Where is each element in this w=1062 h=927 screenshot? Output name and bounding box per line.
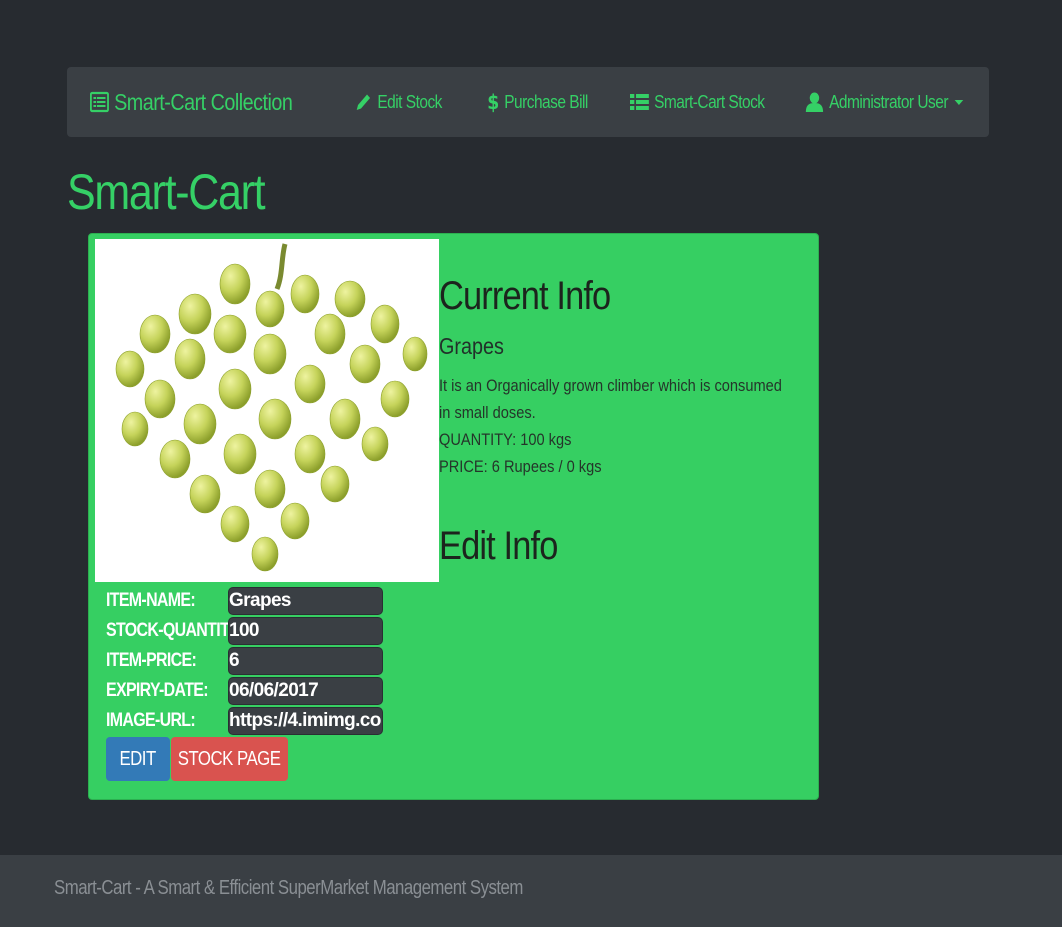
- nav-edit-stock[interactable]: Edit Stock: [355, 67, 442, 137]
- expiry-date-label: EXPIRY-DATE:: [106, 680, 209, 701]
- current-info: Current Info Grapes It is an Organically…: [439, 274, 809, 480]
- nav-smart-cart-stock-label: Smart-Cart Stock: [654, 91, 765, 112]
- product-panel: Current Info Grapes It is an Organically…: [88, 233, 819, 800]
- product-details: It is an Organically grown climber which…: [439, 372, 783, 480]
- form-row-item-name: ITEM-NAME:: [106, 587, 383, 615]
- item-name-label: ITEM-NAME:: [106, 590, 196, 611]
- footer: Smart-Cart - A Smart & Efficient SuperMa…: [0, 855, 1062, 927]
- product-quantity: QUANTITY: 100 kgs: [439, 430, 572, 449]
- page-title: Smart-Cart: [67, 164, 266, 220]
- image-url-input[interactable]: [228, 707, 383, 735]
- dollar-icon: $: [487, 91, 499, 113]
- nav-smart-cart-stock[interactable]: Smart-Cart Stock: [630, 67, 765, 137]
- stock-page-button[interactable]: STOCK PAGE: [171, 737, 288, 781]
- item-name-input[interactable]: [228, 587, 383, 615]
- form-row-stock-quantity: STOCK-QUANTITY:: [106, 617, 383, 645]
- svg-text:$: $: [487, 92, 498, 113]
- product-image: [95, 239, 439, 582]
- nav-user-label: Administrator User: [829, 91, 948, 112]
- current-info-heading: Current Info: [439, 274, 611, 318]
- expiry-date-input[interactable]: [228, 677, 383, 705]
- pencil-icon: [355, 92, 372, 112]
- product-name: Grapes: [439, 333, 504, 359]
- form-row-image-url: IMAGE-URL:: [106, 707, 383, 735]
- brand-label: Smart-Cart Collection: [114, 88, 293, 115]
- item-price-input[interactable]: [228, 647, 383, 675]
- stock-quantity-label: STOCK-QUANTITY:: [106, 620, 243, 641]
- chevron-down-icon: [954, 99, 964, 105]
- user-icon: [805, 92, 824, 112]
- th-list-icon: [630, 93, 649, 111]
- item-price-label: ITEM-PRICE:: [106, 650, 197, 671]
- stock-quantity-input[interactable]: [228, 617, 383, 645]
- nav-purchase-bill[interactable]: $ Purchase Bill: [487, 67, 588, 137]
- product-price: PRICE: 6 Rupees / 0 kgs: [439, 457, 602, 476]
- nav-purchase-bill-label: Purchase Bill: [504, 91, 588, 112]
- edit-button-label: EDIT: [119, 747, 157, 770]
- nav-user-dropdown[interactable]: Administrator User: [805, 67, 964, 137]
- product-description: It is an Organically grown climber which…: [439, 376, 782, 422]
- edit-button[interactable]: EDIT: [106, 737, 170, 781]
- stock-page-button-label: STOCK PAGE: [178, 747, 281, 770]
- nav-edit-stock-label: Edit Stock: [377, 91, 442, 112]
- form-row-expiry-date: EXPIRY-DATE:: [106, 677, 383, 705]
- edit-info-heading: Edit Info: [439, 524, 558, 568]
- brand-link[interactable]: Smart-Cart Collection: [90, 67, 293, 137]
- navbar: Smart-Cart Collection Edit Stock $ Purch…: [67, 67, 989, 137]
- footer-text: Smart-Cart - A Smart & Efficient SuperMa…: [54, 877, 523, 899]
- form-row-item-price: ITEM-PRICE:: [106, 647, 383, 675]
- image-url-label: IMAGE-URL:: [106, 710, 196, 731]
- list-alt-icon: [90, 91, 109, 113]
